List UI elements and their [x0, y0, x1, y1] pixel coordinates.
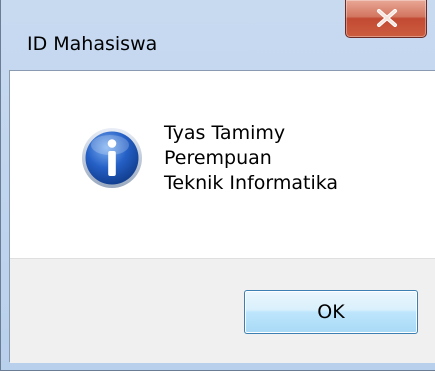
message-text: Tyas Tamimy Perempuan Teknik Informatika — [164, 121, 338, 196]
button-area: OK — [10, 258, 435, 363]
close-button[interactable] — [345, 0, 427, 38]
message-box-window: ID Mahasiswa Tyas Tamimy Perempuan Tekni… — [0, 0, 435, 371]
message-line-major: Teknik Informatika — [164, 172, 339, 194]
window-title: ID Mahasiswa — [27, 33, 158, 55]
ok-button[interactable]: OK — [244, 290, 418, 334]
title-bar[interactable]: ID Mahasiswa — [1, 0, 435, 70]
message-line-gender: Perempuan — [164, 147, 272, 169]
dialog-body: Tyas Tamimy Perempuan Teknik Informatika… — [9, 70, 435, 363]
close-icon — [377, 9, 397, 27]
message-line-name: Tyas Tamimy — [164, 122, 286, 144]
information-icon — [82, 128, 142, 188]
